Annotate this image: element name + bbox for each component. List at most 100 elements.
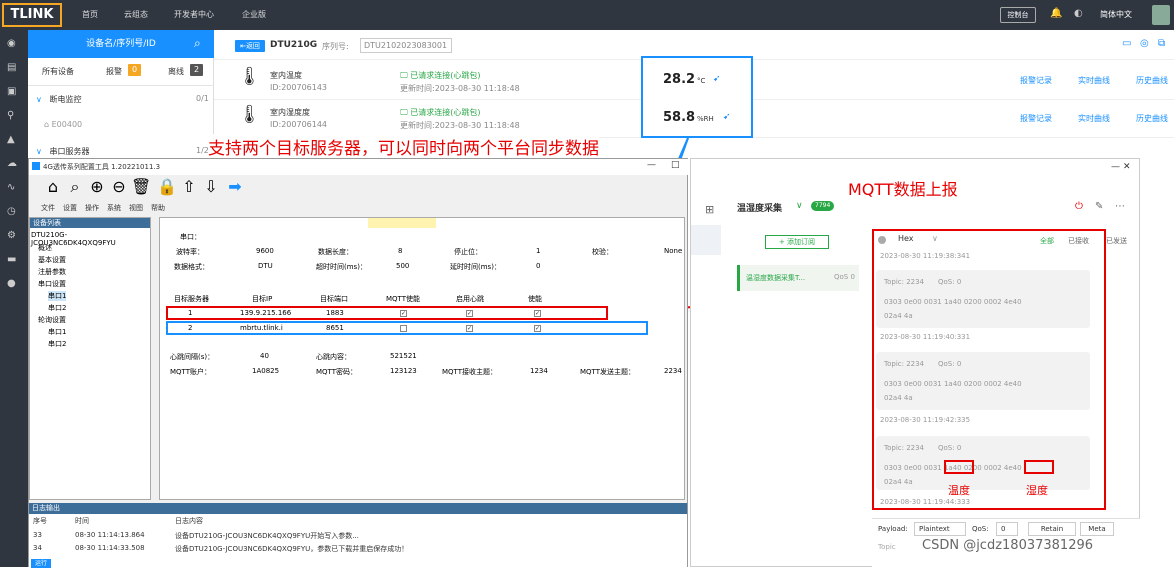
grid-value[interactable]: 500 (396, 262, 409, 270)
port-label: 串口： (180, 233, 201, 241)
lock-icon[interactable]: 🔒 (157, 177, 177, 197)
qos-select[interactable]: 0 (996, 522, 1018, 536)
server-ip[interactable]: mbrtu.tlink.i (240, 324, 283, 332)
message-time: 2023-08-30 11:19:40:331 (880, 333, 971, 341)
enable-checkbox[interactable]: ✓ (534, 325, 541, 332)
filter-sent[interactable]: 已发送 (1106, 236, 1127, 246)
status-dot-icon (878, 236, 886, 244)
chevron-down-icon[interactable]: ∨ (796, 201, 803, 211)
message-card[interactable]: Topic: 2234 QoS: 0 0303 0e00 0031 1a40 0… (876, 436, 1090, 490)
menu-help[interactable]: 帮助 (151, 203, 165, 213)
message-count-badge: 7794 (811, 201, 835, 211)
minimize-icon[interactable]: — (647, 160, 656, 170)
grid-value[interactable]: 1234 (530, 367, 548, 375)
grid-label: 数据长度： (318, 248, 353, 256)
tree-item[interactable]: 概述 (38, 243, 52, 253)
topic-input[interactable]: Topic (878, 543, 896, 551)
message-card[interactable]: Topic: 2234 QoS: 0 0303 0e00 0031 1a40 0… (876, 352, 1090, 410)
device-tree-header: 设备列表 (30, 218, 150, 228)
add-subscription-button[interactable]: + 添加订阅 (765, 235, 829, 249)
heartbeat-checkbox[interactable]: ✓ (466, 325, 473, 332)
grid-label: MQTT密码： (316, 368, 357, 376)
remove-icon[interactable]: ⊖ (109, 177, 129, 197)
retain-checkbox[interactable]: Retain (1028, 522, 1076, 536)
close-icon[interactable]: □ (671, 160, 680, 170)
search-icon[interactable]: ⌕ (65, 177, 85, 197)
tree-item[interactable]: 串口2 (48, 303, 66, 313)
log-time: 08-30 11:14:13.864 (75, 531, 145, 539)
log-col: 序号 (33, 517, 47, 525)
tree-item-selected[interactable]: 串口1 (48, 291, 67, 301)
server2-highlight (166, 321, 648, 335)
minimize-icon[interactable]: — (1111, 162, 1120, 172)
message-topic: Topic: 2234 (884, 444, 925, 452)
log-no: 34 (33, 544, 42, 552)
menu-settings[interactable]: 设置 (63, 203, 77, 213)
tree-item[interactable]: 基本设置 (38, 255, 66, 265)
tree-item[interactable]: 串口设置 (38, 279, 66, 289)
subscription-item[interactable]: 温湿度数据采集T... QoS 0 (737, 265, 859, 291)
grid-value[interactable]: None (664, 247, 682, 255)
server-port[interactable]: 1883 (326, 309, 344, 317)
tree-item[interactable]: 串口1 (48, 327, 66, 337)
menu-file[interactable]: 文件 (41, 203, 55, 213)
watermark: CSDN @jcdz18037381296 (922, 538, 1094, 553)
grid-label: MQTT接收主题： (442, 368, 497, 376)
heartbeat-checkbox[interactable]: ✓ (466, 310, 473, 317)
menu-system[interactable]: 系统 (107, 203, 121, 213)
message-payload: 02a4 4a (884, 312, 913, 320)
config-tool-window: 4G透传系列配置工具 1.20221011.3 — □ ⌂ ⌕ ⊕ ⊖ 🗑 🔒 … (28, 158, 689, 568)
grid-label: MQTT账户： (170, 368, 211, 376)
delete-icon[interactable]: 🗑 (131, 177, 151, 197)
filter-all[interactable]: 全部 (1040, 236, 1054, 246)
tree-item[interactable]: 注册参数 (38, 267, 66, 277)
config-grid: 串口： 波特率： 9600 数据长度： 8 停止位： 1 校验： None 数据… (159, 217, 685, 500)
grid-value[interactable]: 1A0825 (252, 367, 279, 375)
menu-view[interactable]: 视图 (129, 203, 143, 213)
grid-value[interactable]: 40 (260, 352, 269, 360)
grid-value[interactable]: 123123 (390, 367, 417, 375)
message-payload: 02a4 4a (884, 394, 913, 402)
column-header: 目标IP (252, 295, 273, 303)
column-header: 目标端口 (320, 295, 348, 303)
upload-icon[interactable]: ⇧ (179, 177, 199, 197)
disconnect-icon[interactable]: ⏻ (1075, 201, 1083, 212)
edit-icon[interactable]: ✎ (1095, 201, 1103, 212)
message-topic: Topic: 2234 (884, 360, 925, 368)
grid-value[interactable]: 521521 (390, 352, 417, 360)
enable-checkbox[interactable]: ✓ (534, 310, 541, 317)
server-port[interactable]: 8651 (326, 324, 344, 332)
message-time: 2023-08-30 11:19:44:333 (880, 498, 971, 506)
more-icon[interactable]: ⋯ (1115, 201, 1125, 212)
connection-item[interactable] (691, 225, 721, 255)
mqtt-enable-checkbox[interactable] (400, 325, 407, 332)
server-no: 1 (188, 309, 193, 317)
server-ip[interactable]: 139.9.215.166 (240, 309, 291, 317)
tree-item[interactable]: 轮询设置 (38, 315, 66, 325)
chevron-down-icon[interactable]: ∨ (932, 234, 938, 243)
temperature-bytes-highlight (944, 460, 974, 474)
connect-icon[interactable]: ⌂ (43, 177, 63, 197)
log-col: 日志内容 (175, 517, 203, 525)
grid-value[interactable]: 2234 (664, 367, 682, 375)
add-connection-icon[interactable]: ⊞ (705, 203, 714, 216)
grid-value[interactable]: 0 (536, 262, 540, 270)
add-icon[interactable]: ⊕ (87, 177, 107, 197)
grid-value[interactable]: 8 (398, 247, 402, 255)
meta-button[interactable]: Meta (1080, 522, 1114, 536)
tree-item[interactable]: 串口2 (48, 339, 66, 349)
menu-operate[interactable]: 操作 (85, 203, 99, 213)
close-icon[interactable]: ✕ (1123, 162, 1131, 172)
grid-value[interactable]: 1 (536, 247, 540, 255)
download-icon[interactable]: ⇩ (201, 177, 221, 197)
message-time: 2023-08-30 11:19:38:341 (880, 252, 971, 260)
format-select[interactable]: Hex (898, 234, 914, 243)
payload-label: Payload: (878, 525, 908, 533)
payload-type-select[interactable]: Plaintext (914, 522, 966, 536)
grid-value[interactable]: 9600 (256, 247, 274, 255)
mqtt-enable-checkbox[interactable]: ✓ (400, 310, 407, 317)
filter-received[interactable]: 已接收 (1068, 236, 1089, 246)
exit-icon[interactable]: ➡ (225, 177, 245, 197)
grid-value[interactable]: DTU (258, 262, 273, 270)
message-card[interactable]: Topic: 2234 QoS: 0 0303 0e00 0031 1a40 0… (876, 270, 1090, 328)
